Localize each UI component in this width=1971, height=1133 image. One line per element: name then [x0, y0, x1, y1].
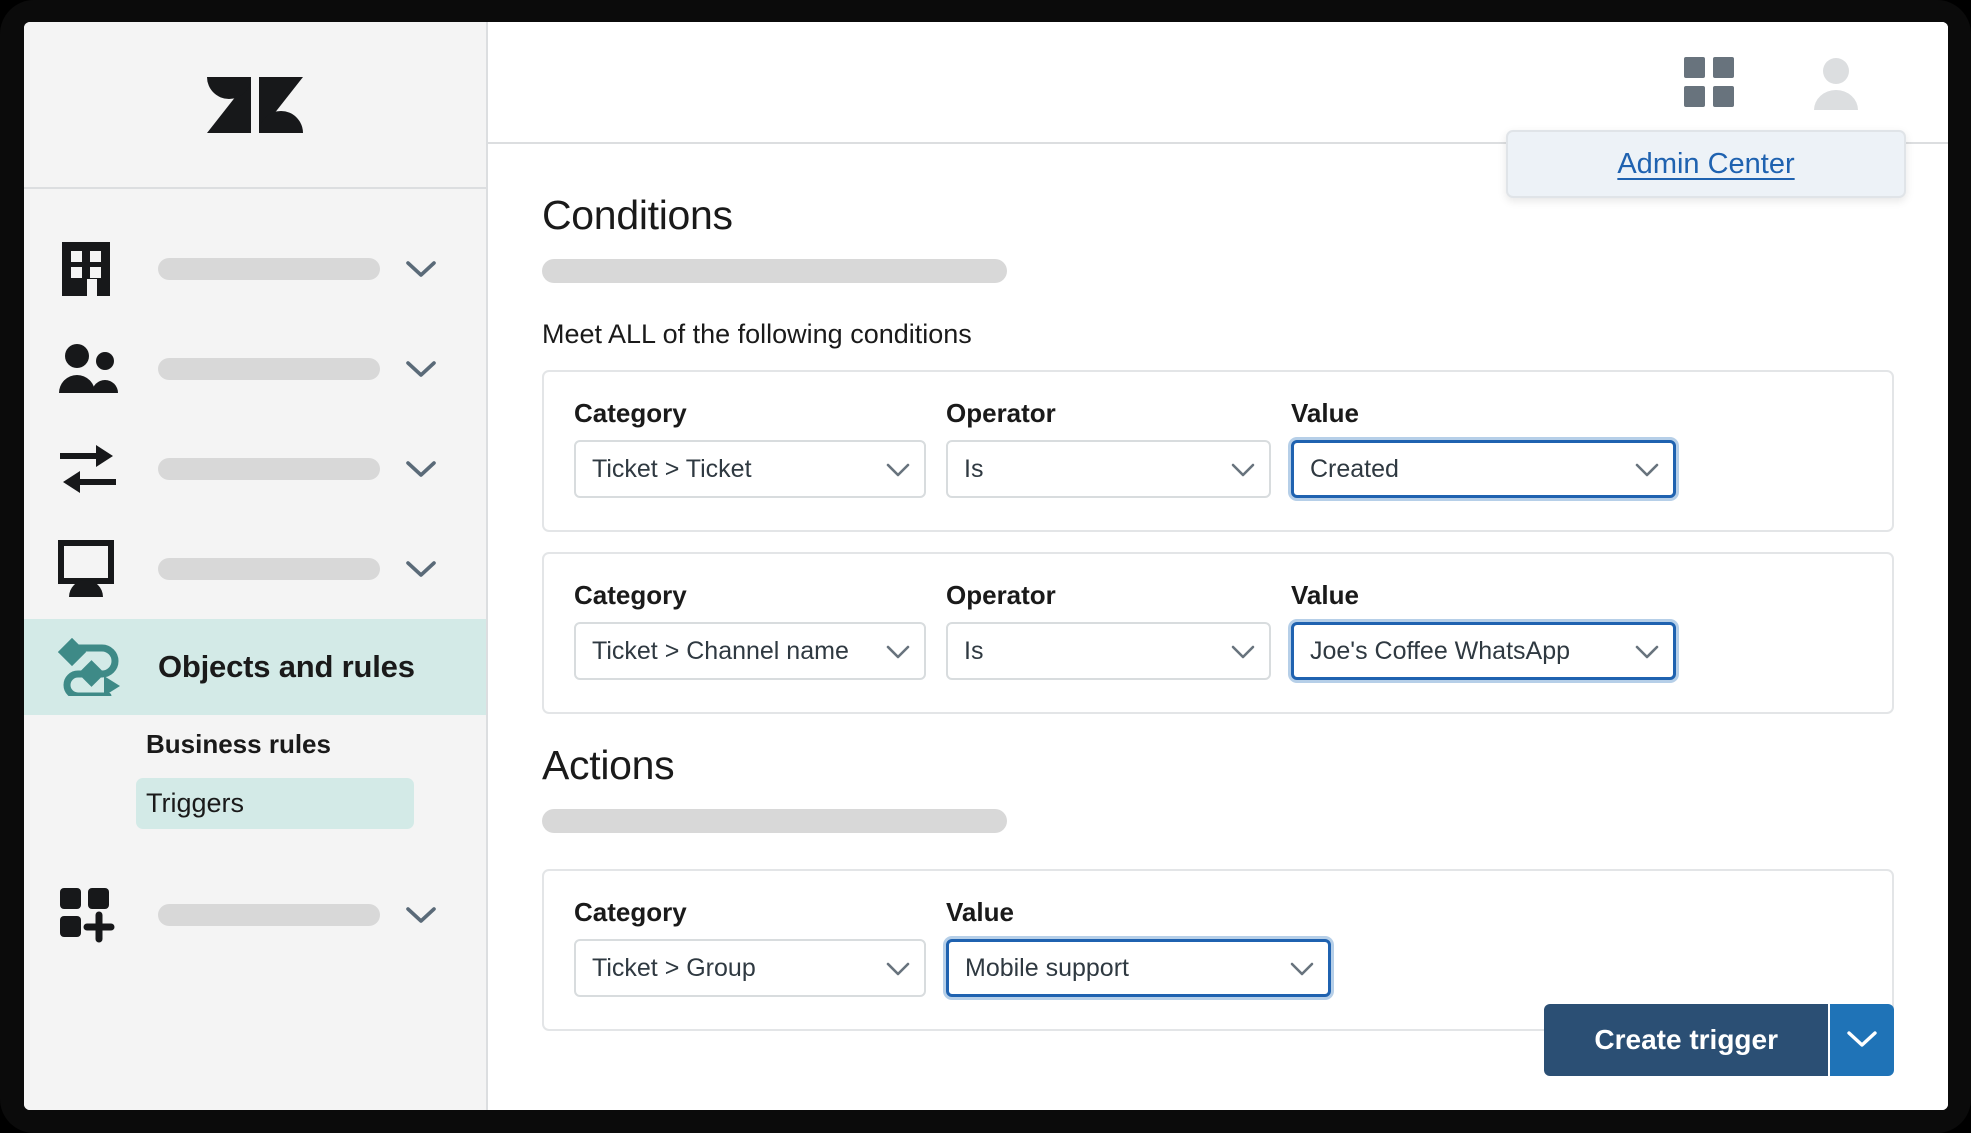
chevron-down-icon [886, 455, 910, 484]
condition-row: Category Ticket > Channel name Operator … [542, 552, 1894, 714]
sidebar-item-3[interactable] [24, 519, 486, 619]
chevron-down-icon[interactable] [406, 554, 436, 584]
sidebar-item-1[interactable] [24, 319, 486, 419]
condition-operator-select[interactable]: Is [946, 440, 1271, 498]
chevron-down-icon [1231, 455, 1255, 484]
chevron-down-icon [886, 954, 910, 983]
condition-row: Category Ticket > Ticket Operator Is Val… [542, 370, 1894, 532]
condition-value-select[interactable]: Created [1291, 440, 1676, 498]
chevron-down-icon [886, 637, 910, 666]
field-label-category: Category [574, 897, 687, 927]
condition-value-value: Created [1310, 454, 1399, 483]
zendesk-logo [207, 76, 303, 133]
sidebar-item-apps-label-placeholder [158, 904, 380, 926]
building-icon [58, 238, 132, 300]
admin-center-dropdown: Admin Center [1506, 130, 1906, 198]
window-frame: Objects and rules Business rules Trigger… [0, 0, 1971, 1133]
condition-category-value: Ticket > Ticket [592, 454, 752, 483]
chevron-down-icon [1231, 637, 1255, 666]
sidebar-item-0-label-placeholder [158, 258, 380, 280]
field-label-category: Category [574, 398, 687, 428]
sidebar-item-2[interactable] [24, 419, 486, 519]
chevron-down-icon[interactable] [406, 454, 436, 484]
sidebar-subitem-triggers[interactable]: Triggers [136, 778, 414, 829]
chevron-down-icon[interactable] [406, 900, 436, 930]
sidebar-nav-list: Objects and rules Business rules Trigger… [24, 189, 486, 965]
sidebar-logo-area [24, 22, 486, 189]
condition-operator-field: Operator Is [946, 580, 1271, 680]
sidebar: Objects and rules Business rules Trigger… [24, 22, 488, 1110]
main-area: Admin Center Conditions Meet ALL of the … [488, 22, 1948, 1110]
actions-heading: Actions [542, 742, 675, 788]
admin-center-link[interactable]: Admin Center [1617, 148, 1794, 181]
condition-category-select[interactable]: Ticket > Ticket [574, 440, 926, 498]
action-category-field: Category Ticket > Group [574, 897, 926, 997]
sidebar-item-0[interactable] [24, 219, 486, 319]
condition-value-field: Value Created [1291, 398, 1676, 498]
chevron-down-icon [1290, 954, 1314, 983]
create-trigger-button[interactable]: Create trigger [1544, 1004, 1828, 1076]
objects-and-rules-icon [58, 636, 132, 698]
sidebar-item-2-label-placeholder [158, 458, 380, 480]
condition-operator-field: Operator Is [946, 398, 1271, 498]
footer-actions: Create trigger [1544, 1004, 1894, 1076]
action-value-value: Mobile support [965, 953, 1129, 982]
field-label-value: Value [1291, 580, 1359, 610]
field-label-value: Value [1291, 398, 1359, 428]
grid-apps-icon[interactable] [1684, 57, 1734, 107]
sidebar-item-label: Objects and rules [158, 649, 415, 684]
condition-category-select[interactable]: Ticket > Channel name [574, 622, 926, 680]
action-category-value: Ticket > Group [592, 953, 756, 982]
field-label-category: Category [574, 580, 687, 610]
arrows-exchange-icon [58, 438, 132, 500]
user-avatar-icon[interactable] [1808, 54, 1864, 110]
sidebar-item-objects-and-rules[interactable]: Objects and rules [24, 619, 486, 715]
content-panel: Conditions Meet ALL of the following con… [488, 144, 1948, 1110]
meet-all-conditions-label: Meet ALL of the following conditions [542, 319, 972, 349]
people-icon [58, 338, 132, 400]
topbar [488, 22, 1948, 144]
chevron-down-icon [1635, 455, 1659, 484]
action-category-select[interactable]: Ticket > Group [574, 939, 926, 997]
chevron-down-icon [1847, 1030, 1877, 1051]
condition-value-field: Value Joe's Coffee WhatsApp [1291, 580, 1676, 680]
condition-value-value: Joe's Coffee WhatsApp [1310, 636, 1571, 665]
condition-operator-select[interactable]: Is [946, 622, 1271, 680]
condition-value-select[interactable]: Joe's Coffee WhatsApp [1291, 622, 1676, 680]
condition-category-value: Ticket > Channel name [592, 636, 849, 665]
field-label-operator: Operator [946, 580, 1056, 610]
field-label-operator: Operator [946, 398, 1056, 428]
sidebar-item-apps[interactable] [24, 865, 486, 965]
chevron-down-icon [1635, 637, 1659, 666]
condition-operator-value: Is [964, 636, 984, 665]
apps-add-icon [58, 884, 132, 946]
condition-category-field: Category Ticket > Ticket [574, 398, 926, 498]
sidebar-subitem-business-rules[interactable]: Business rules [24, 715, 486, 774]
sidebar-subitem-triggers-wrap: Triggers [24, 774, 486, 833]
chevron-down-icon[interactable] [406, 354, 436, 384]
conditions-heading: Conditions [542, 192, 733, 238]
app-window: Objects and rules Business rules Trigger… [24, 22, 1948, 1110]
create-trigger-dropdown-button[interactable] [1828, 1004, 1894, 1076]
field-label-value: Value [946, 897, 1014, 927]
actions-subtitle-placeholder [542, 809, 1007, 833]
condition-operator-value: Is [964, 454, 984, 483]
chevron-down-icon[interactable] [406, 254, 436, 284]
sidebar-item-1-label-placeholder [158, 358, 380, 380]
action-value-field: Value Mobile support [946, 897, 1331, 997]
action-value-select[interactable]: Mobile support [946, 939, 1331, 997]
monitor-icon [58, 538, 132, 600]
conditions-subtitle-placeholder [542, 259, 1007, 283]
sidebar-item-3-label-placeholder [158, 558, 380, 580]
condition-category-field: Category Ticket > Channel name [574, 580, 926, 680]
